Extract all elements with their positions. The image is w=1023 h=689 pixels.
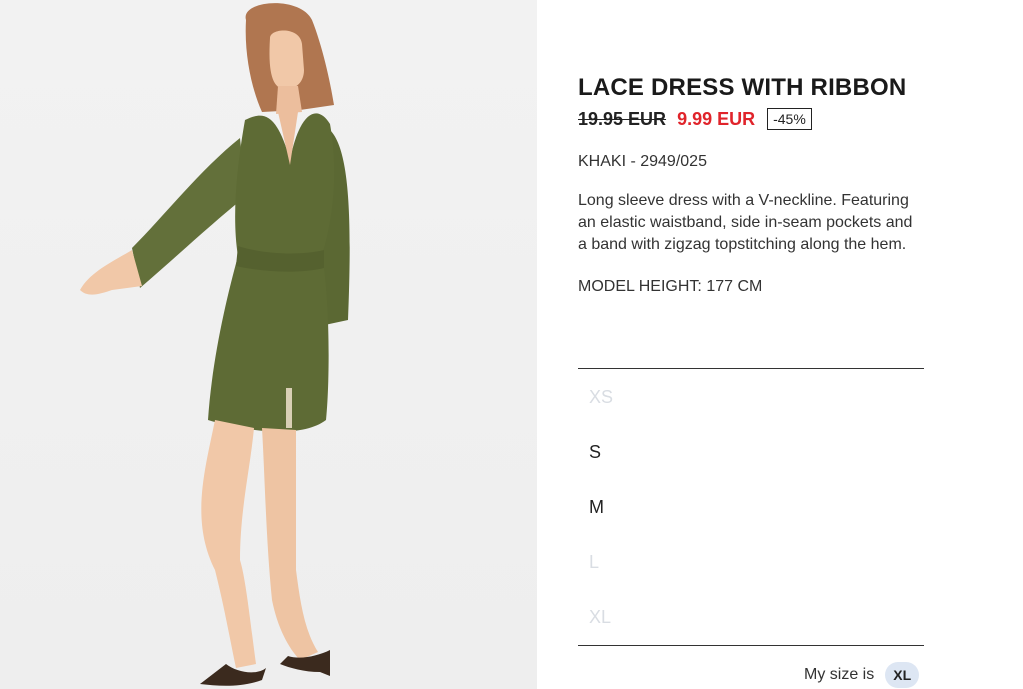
model-height: MODEL HEIGHT: 177 CM (578, 278, 763, 295)
my-size-label: My size is (804, 666, 875, 683)
product-details: LACE DRESS WITH RIBBON 19.95 EUR 9.99 EU… (578, 72, 924, 297)
size-option-xl[interactable]: XL (589, 605, 611, 629)
my-size-recommendation[interactable]: My size is XL (804, 662, 920, 688)
sale-price: 9.99 EUR (677, 108, 756, 129)
size-option-m[interactable]: M (589, 495, 604, 519)
size-selector: XS S M L XL (578, 368, 924, 646)
product-title: LACE DRESS WITH RIBBON (578, 74, 907, 101)
original-price: 19.95 EUR (578, 108, 667, 129)
size-option-l[interactable]: L (589, 550, 599, 574)
discount-badge: -45% (767, 108, 812, 130)
product-photo[interactable] (0, 0, 537, 689)
size-option-s[interactable]: S (589, 440, 601, 464)
color-reference: KHAKI - 2949/025 (578, 153, 707, 170)
model-illustration (80, 3, 350, 686)
size-option-xs[interactable]: XS (589, 385, 613, 409)
my-size-badge[interactable]: XL (885, 662, 920, 688)
product-description: Long sleeve dress with a V-neckline. Fea… (578, 192, 913, 253)
price-row: 19.95 EUR 9.99 EUR -45% (578, 106, 924, 132)
